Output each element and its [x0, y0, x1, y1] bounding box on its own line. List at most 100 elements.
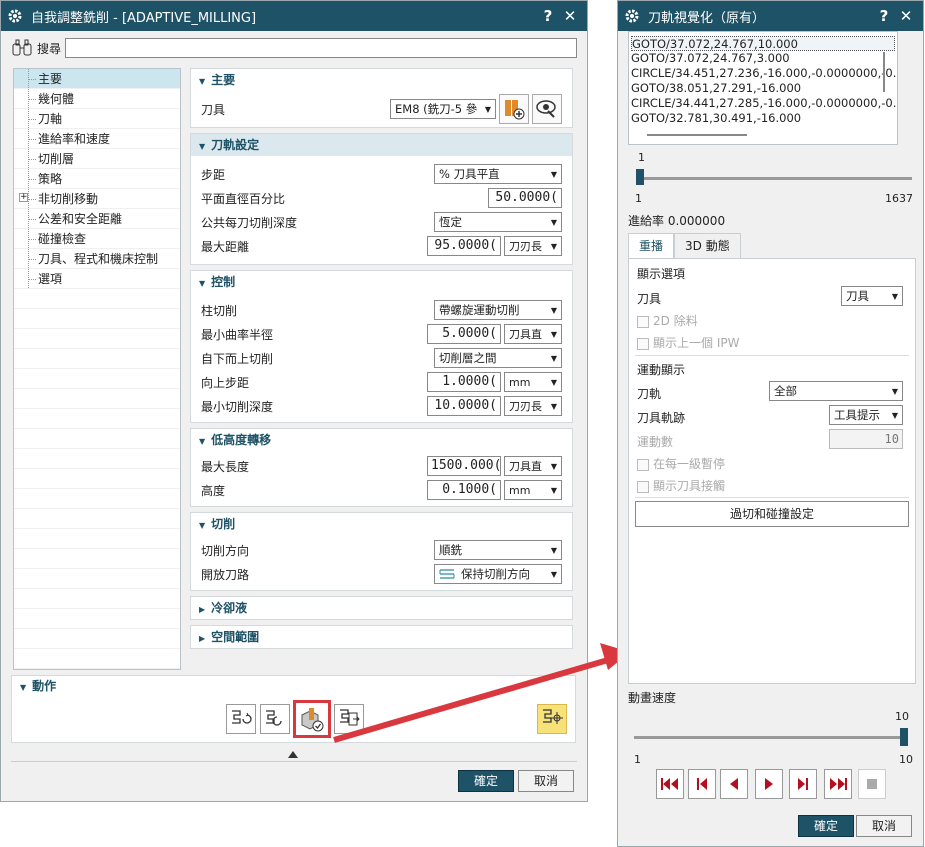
section-cutting-header[interactable]: ▼ 切削: [191, 513, 572, 535]
cut-depth-label: 公共每刀切削深度: [201, 215, 298, 230]
help-button[interactable]: ?: [873, 7, 895, 25]
min-radius-label: 最小曲率半徑: [201, 327, 274, 342]
pause-each-level-checkbox[interactable]: 在每一級暫停: [637, 455, 725, 472]
cut-direction-dropdown[interactable]: 順銑 ▼: [434, 540, 562, 560]
motion-slider-thumb[interactable]: [636, 169, 644, 185]
min-cut-depth-unit-dropdown[interactable]: 刀刃長 ▼: [504, 396, 562, 416]
cancel-button[interactable]: 取消: [856, 815, 912, 837]
tool-trace-dropdown[interactable]: 工具提示 ▼: [829, 405, 903, 425]
generate-button[interactable]: [226, 704, 256, 734]
gouge-check-settings-button[interactable]: 過切和碰撞設定: [635, 501, 909, 527]
tree-item[interactable]: 刀軸: [14, 109, 180, 129]
help-button[interactable]: ?: [537, 7, 559, 25]
flat-percent-input[interactable]: 50.0000(: [488, 188, 562, 208]
tool-trace-label: 刀具軌跡: [637, 411, 686, 425]
min-cut-depth-input[interactable]: 10.0000(: [427, 396, 501, 416]
section-spatial-range-header[interactable]: ▶ 空間範圍: [191, 626, 572, 648]
actions-header[interactable]: ▼ 動作: [12, 676, 575, 696]
rewind-to-start-button[interactable]: [656, 769, 684, 799]
tree-item-label: 幾何體: [38, 92, 75, 106]
list-item[interactable]: GOTO/38.051,27.291,-16.000: [631, 81, 895, 96]
verify-button[interactable]: [293, 700, 331, 738]
section-coolant-header[interactable]: ▶ 冷卻液: [191, 597, 572, 619]
section-main-header[interactable]: ▼ 主要: [191, 69, 572, 91]
stepover-dropdown[interactable]: % 刀具平直 ▼: [434, 164, 562, 184]
expand-handle-icon[interactable]: [288, 751, 298, 758]
list-item[interactable]: GOTO/37.072,24.767,10.000: [631, 36, 895, 51]
locate-button[interactable]: [537, 704, 567, 734]
tab-3d-dynamic[interactable]: 3D 動態: [674, 233, 741, 259]
tab-replay[interactable]: 重播: [628, 233, 675, 259]
remove-2d-checkbox[interactable]: 2D 除料: [637, 312, 698, 329]
bottom-up-dropdown[interactable]: 切削層之間 ▼: [434, 348, 562, 368]
cut-depth-dropdown[interactable]: 恆定 ▼: [434, 212, 562, 232]
list-item[interactable]: GOTO/32.781,30.491,-16.000: [631, 111, 895, 126]
vertical-scrollbar[interactable]: [883, 52, 885, 92]
max-length-input[interactable]: 1500.000(: [427, 456, 501, 476]
tree-item[interactable]: 選項: [14, 269, 180, 289]
list-button[interactable]: [334, 704, 364, 734]
flat-percent-label: 平面直徑百分比: [201, 191, 286, 206]
show-tool-contact-checkbox[interactable]: 顯示刀具接觸: [637, 477, 725, 494]
display-tool-button[interactable]: [532, 94, 562, 124]
show-prev-ipw-checkbox[interactable]: 顯示上一個 IPW: [637, 334, 739, 351]
tree-item[interactable]: 幾何體: [14, 89, 180, 109]
tree-item[interactable]: 切削層: [14, 149, 180, 169]
fast-forward-to-end-button[interactable]: [824, 769, 852, 799]
section-coolant: ▶ 冷卻液: [190, 596, 573, 620]
section-path-settings-header[interactable]: ▼ 刀軌設定: [191, 134, 572, 156]
expand-icon[interactable]: +: [19, 193, 28, 202]
max-length-unit-dropdown[interactable]: 刀具直 ▼: [504, 456, 562, 476]
search-input[interactable]: [65, 38, 577, 58]
max-distance-unit-dropdown[interactable]: 刀刃長 ▼: [504, 236, 562, 256]
stop-button[interactable]: [858, 769, 886, 799]
speed-slider-track[interactable]: [634, 736, 908, 739]
collapse-arrow-icon: ▼: [199, 77, 206, 86]
horizontal-scrollbar[interactable]: [647, 134, 747, 136]
height-unit-dropdown[interactable]: mm ▼: [504, 480, 562, 500]
motion-listbox[interactable]: GOTO/37.072,24.767,10.000 GOTO/37.072,24…: [628, 31, 898, 145]
motions-input[interactable]: 10: [829, 429, 903, 449]
open-path-dropdown[interactable]: 保持切削方向 ▼: [434, 564, 562, 584]
replay-button[interactable]: [260, 704, 290, 734]
tree-empty-row: [14, 409, 180, 429]
tree-item[interactable]: 碰撞檢查: [14, 229, 180, 249]
close-button[interactable]: ✕: [559, 7, 581, 25]
tree-item[interactable]: 刀具、程式和機床控制: [14, 249, 180, 269]
max-distance-input[interactable]: 95.0000(: [427, 236, 501, 256]
min-radius-input[interactable]: 5.0000(: [427, 324, 501, 344]
dialog-titlebar: 刀軌視覺化（原有） ? ✕: [618, 1, 923, 31]
create-tool-button[interactable]: [499, 94, 529, 124]
play-reverse-button[interactable]: [720, 769, 748, 799]
ok-button[interactable]: 確定: [458, 770, 514, 792]
tool-display-dropdown[interactable]: 刀具 ▼: [841, 286, 903, 306]
height-input[interactable]: 0.1000(: [427, 480, 501, 500]
tree-item[interactable]: 進給率和速度: [14, 129, 180, 149]
list-item[interactable]: CIRCLE/34.451,27.236,-16.000,-0.0000000,…: [631, 66, 897, 81]
cancel-button[interactable]: 取消: [518, 770, 574, 792]
dialog-titlebar: 自我調整銑削 - [ADAPTIVE_MILLING] ? ✕: [1, 1, 587, 31]
path-display-dropdown[interactable]: 全部 ▼: [769, 381, 903, 401]
collapse-arrow-icon: ▼: [199, 279, 206, 288]
close-button[interactable]: ✕: [895, 7, 917, 25]
up-step-input[interactable]: 1.0000(: [427, 372, 501, 392]
tree-item[interactable]: 策略: [14, 169, 180, 189]
tree-item[interactable]: + 非切削移動: [14, 189, 180, 209]
section-control-header[interactable]: ▼ 控制: [191, 271, 572, 293]
up-step-unit-dropdown[interactable]: mm ▼: [504, 372, 562, 392]
speed-slider-thumb[interactable]: [900, 728, 908, 746]
list-item[interactable]: GOTO/37.072,24.767,3.000: [631, 51, 895, 66]
tool-dropdown[interactable]: EM8 (銑刀-5 參 ▼: [390, 99, 496, 119]
tree-item[interactable]: 公差和安全距離: [14, 209, 180, 229]
play-forward-button[interactable]: [755, 769, 783, 799]
wall-cut-dropdown[interactable]: 帶螺旋運動切削 ▼: [434, 300, 562, 320]
section-low-traverse-header[interactable]: ▼ 低高度轉移: [191, 429, 572, 451]
step-back-button[interactable]: [688, 769, 716, 799]
tree-empty-row: [14, 389, 180, 409]
motion-slider-track[interactable]: [638, 177, 912, 180]
tree-item[interactable]: 主要: [14, 69, 180, 89]
list-item[interactable]: CIRCLE/34.441,27.285,-16.000,-0.0000000,…: [631, 96, 897, 111]
step-forward-button[interactable]: [789, 769, 817, 799]
min-radius-unit-dropdown[interactable]: 刀具直 ▼: [504, 324, 562, 344]
ok-button[interactable]: 確定: [798, 815, 854, 837]
